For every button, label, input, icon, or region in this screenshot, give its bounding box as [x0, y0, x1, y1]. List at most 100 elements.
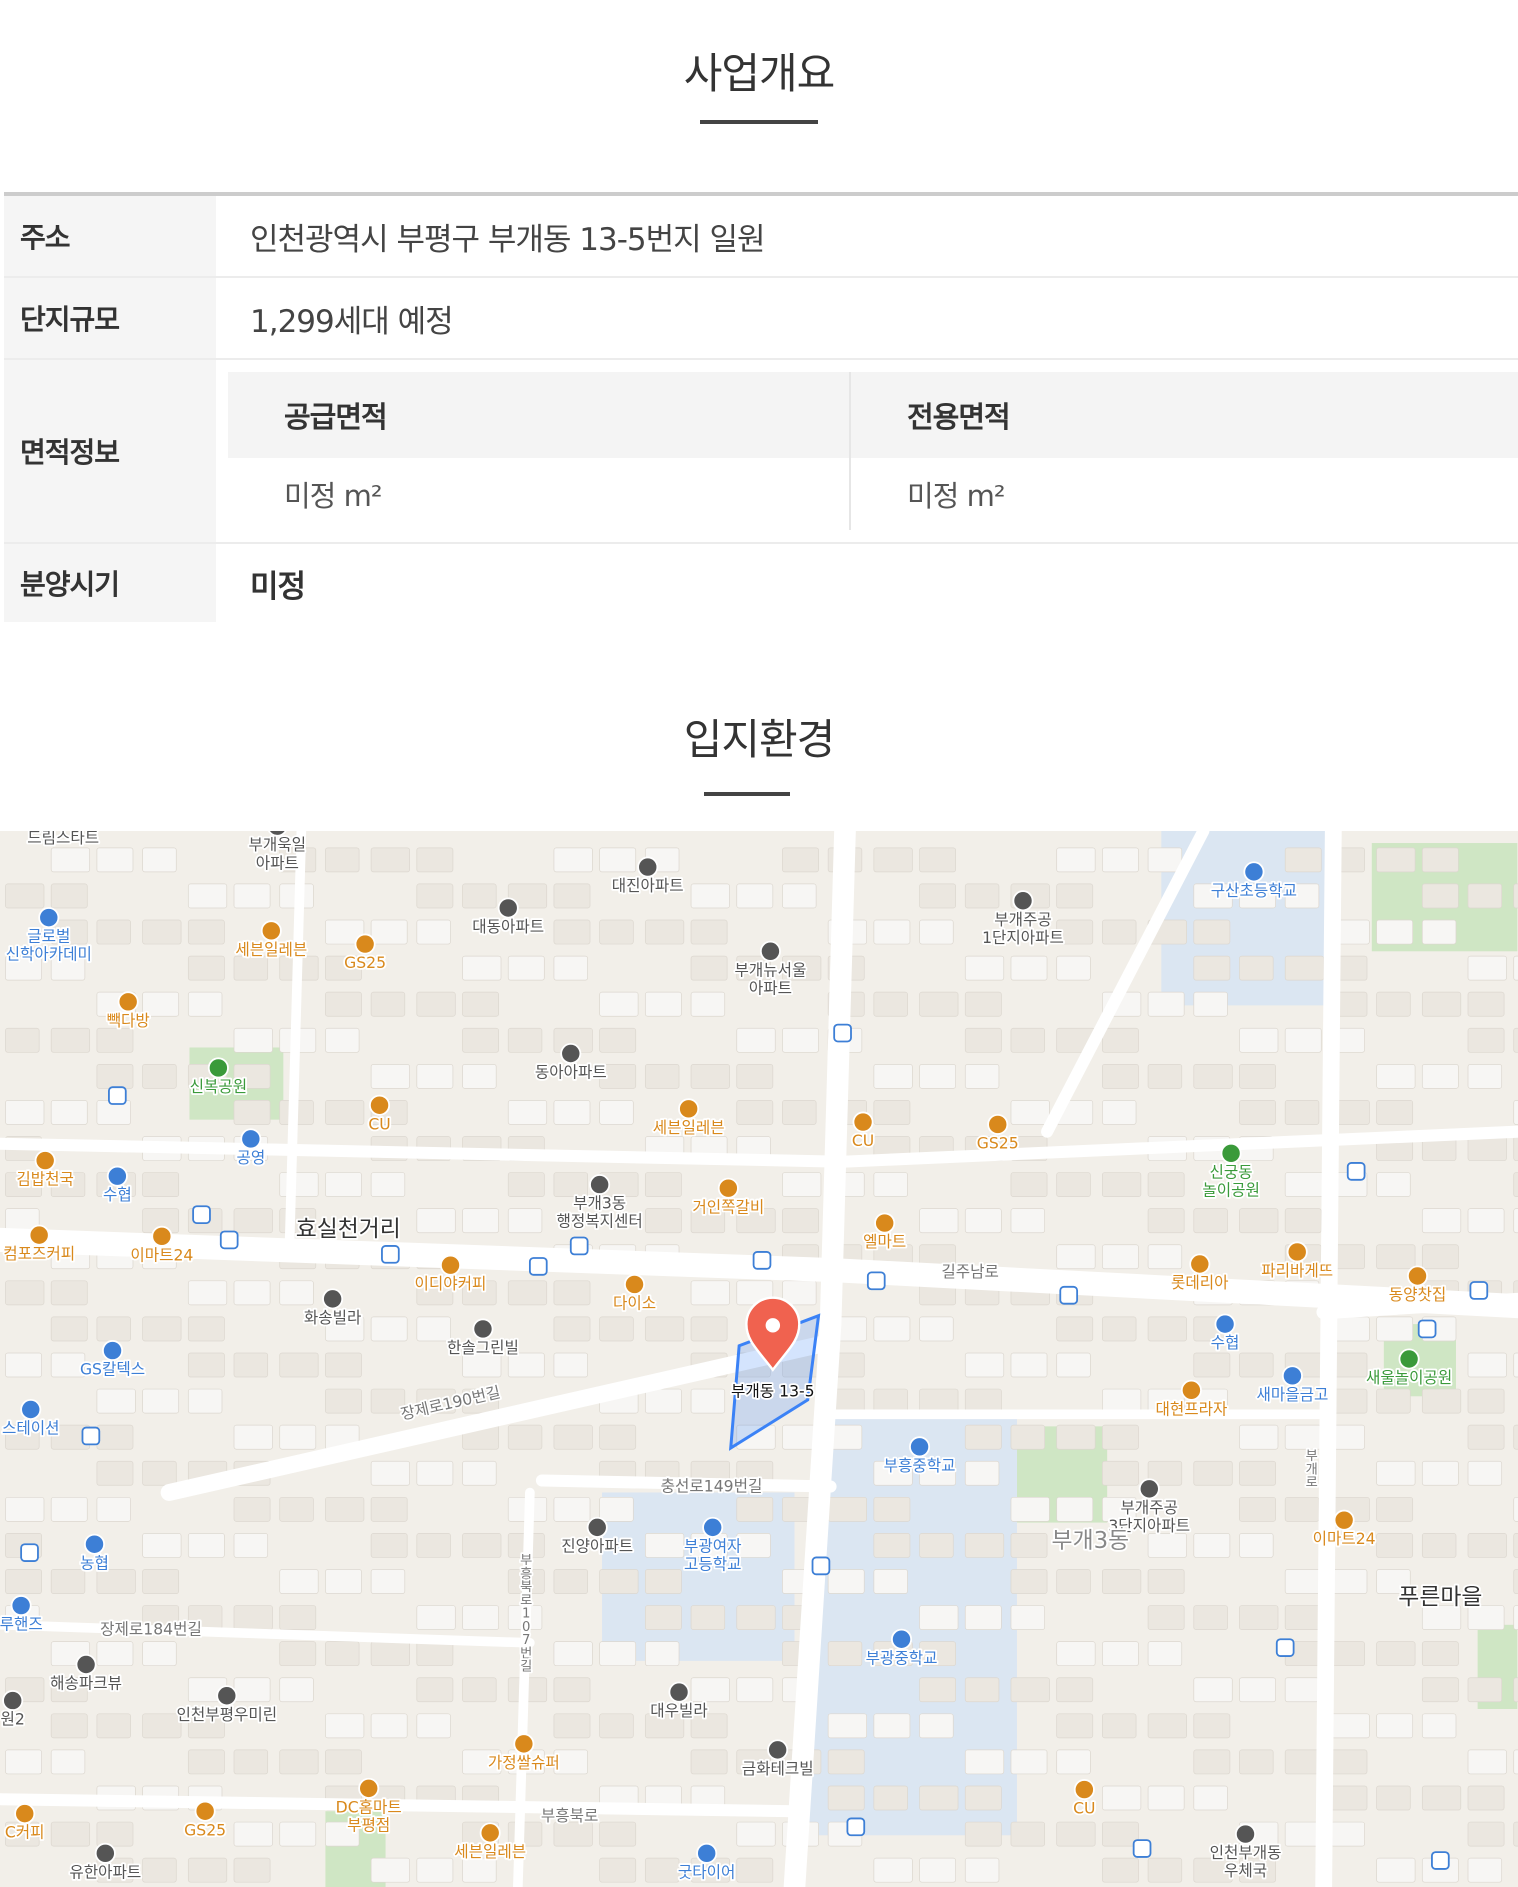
poi-icon	[20, 1398, 42, 1421]
title-underline	[700, 120, 818, 124]
map-label: 대현프라자	[1155, 1399, 1227, 1418]
poi-icon	[767, 1739, 789, 1761]
bus-stop-icon	[219, 1230, 239, 1250]
bus-stop-icon	[1132, 1839, 1152, 1858]
poi-icon	[623, 1273, 646, 1295]
map-label: 부개욱일 아파트	[249, 835, 307, 872]
map-label: 새마을금고	[1256, 1385, 1328, 1404]
map-label: 가정쌀슈퍼	[488, 1753, 560, 1772]
map-label: 세븐일레븐	[653, 1118, 725, 1137]
map-label: 원2	[1, 1710, 25, 1729]
bus-stop-icon	[192, 1205, 211, 1224]
bus-stop-icon	[381, 1245, 400, 1264]
poi-icon	[891, 1628, 913, 1650]
poi-icon	[513, 1733, 535, 1755]
map-label: 충선로149번길	[661, 1476, 763, 1495]
poi-icon	[10, 1595, 32, 1617]
poi-icon	[14, 1803, 36, 1825]
poi-icon	[1220, 1142, 1242, 1164]
poi-icon	[1214, 1313, 1236, 1335]
map-label: GS25	[184, 1820, 226, 1839]
poi-icon	[83, 1533, 106, 1555]
poi-icon	[852, 1111, 874, 1133]
map-label: 부흥중학교	[884, 1456, 956, 1475]
map-label: 공영	[236, 1148, 265, 1167]
bus-stop-icon	[1469, 1281, 1489, 1300]
scale-value: 1,299세대 예정	[250, 303, 454, 340]
poi-icon	[216, 1685, 238, 1707]
map-label: 파리바게뜨	[1261, 1261, 1333, 1280]
map-label: 부개뉴서울 아파트	[734, 960, 806, 997]
poi-icon	[369, 1094, 391, 1116]
marker-label: 부개동 13-5	[731, 1381, 815, 1400]
map-label: 다이소	[613, 1293, 656, 1312]
bus-stop-icon	[1275, 1638, 1295, 1657]
poi-icon	[696, 1842, 718, 1864]
poi-icon	[987, 1113, 1009, 1135]
poi-icon	[1138, 1478, 1160, 1500]
map-label: 김밥천국	[16, 1170, 74, 1189]
map-label: 수협	[1211, 1333, 1240, 1352]
map-canvas[interactable]: 부개동 13-5 드림스타트 부개욱일 아파트대진아파트대동아파트부개뉴서울 아파트부…	[0, 831, 1518, 1887]
map-label: GS칼텍스	[80, 1360, 145, 1379]
poi-icon	[560, 1042, 582, 1065]
poi-icon	[586, 1516, 608, 1538]
location-title: 입지환경	[683, 715, 836, 764]
poi-icon	[702, 1516, 724, 1538]
address-value: 인천광역시 부평구 부개동 13-5번지 일원	[250, 221, 766, 258]
title-underline	[704, 792, 790, 796]
poi-icon	[759, 940, 781, 962]
map-label: CU	[1073, 1799, 1095, 1818]
map-label: 신궁동 놀이공원	[1202, 1162, 1260, 1199]
sale-value: 미정	[250, 568, 306, 605]
map-label: C커피	[5, 1823, 45, 1842]
map-label: 세븐일레븐	[235, 940, 307, 959]
road	[1315, 831, 1342, 1887]
poi-icon	[497, 897, 519, 919]
poi-icon	[678, 1098, 700, 1120]
map-label: 부광여자 고등학교	[684, 1536, 742, 1573]
map-label: 구산초등학교	[1211, 881, 1297, 900]
map-label: 세븐일레븐	[454, 1842, 526, 1861]
poi-icon	[1073, 1779, 1095, 1801]
map-label: 새울놀이공원	[1366, 1368, 1452, 1387]
poi-icon	[717, 1177, 739, 1199]
map-label: 이마트24	[130, 1245, 193, 1264]
poi-icon	[1406, 1265, 1429, 1287]
poi-icon	[34, 1150, 56, 1172]
poi-icon	[1180, 1379, 1202, 1401]
map-label: 빽다방	[107, 1011, 150, 1030]
map-label: 수협	[103, 1185, 132, 1204]
poi-icon	[354, 933, 376, 955]
map-label: 부흥북로	[541, 1806, 599, 1825]
overview-table: 주소 인천광역시 부평구 부개동 13-5번지 일원 단지규모 1,299세대 …	[4, 192, 1518, 622]
map-label: 푸른마을	[1398, 1584, 1482, 1610]
map-label: GS25	[344, 953, 386, 972]
map-label: 컴포즈커피	[3, 1244, 75, 1263]
map-label: 이디야커피	[415, 1274, 487, 1293]
row-sale: 분양시기 미정	[4, 544, 1518, 622]
bus-stop-icon	[833, 1023, 852, 1043]
map-label: 드림스타트	[27, 831, 99, 847]
location-map[interactable]: 부개동 13-5 드림스타트 부개욱일 아파트 대진아파트 대동아파트 부개뉴서울 아파트 부…	[0, 831, 1518, 1887]
poi-icon	[151, 1225, 173, 1247]
poi-icon	[439, 1254, 462, 1276]
map-label: 엘마트	[863, 1232, 906, 1251]
map-label: 금화테크빌	[742, 1759, 814, 1778]
map-label: 거인쪽갈비	[692, 1197, 764, 1216]
map-label: 부개3동 행정복지센터	[557, 1194, 643, 1231]
map-label: 부광중학교	[866, 1648, 938, 1667]
bus-stop-icon	[752, 1251, 772, 1270]
map-label: 화송빌라	[304, 1308, 361, 1327]
area-subtable: 공급면적 전용면적 미정 m² 미정 m²	[216, 360, 1518, 542]
map-label: 스테이션	[2, 1419, 60, 1438]
map-label: 해송파크뷰	[50, 1674, 122, 1693]
map-label: CU	[852, 1131, 874, 1150]
poi-icon	[1012, 890, 1034, 912]
map-label: 길주남로	[941, 1262, 999, 1281]
poi-icon	[1286, 1241, 1308, 1263]
poi-icon	[260, 920, 282, 942]
bus-stop-icon	[569, 1236, 589, 1256]
poi-icon	[194, 1800, 216, 1822]
map-label: 롯데리아	[1171, 1273, 1229, 1292]
